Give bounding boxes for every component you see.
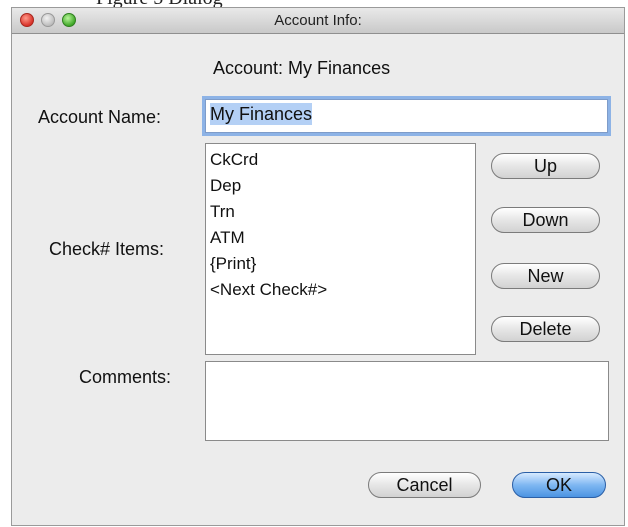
list-item[interactable]: Dep xyxy=(210,173,471,199)
comments-label: Comments: xyxy=(79,367,172,387)
up-button[interactable]: Up xyxy=(491,153,600,179)
cancel-button[interactable]: Cancel xyxy=(368,472,481,498)
account-name-label: Account Name: xyxy=(38,107,162,127)
list-item[interactable]: CkCrd xyxy=(210,147,471,173)
check-items-label: Check# Items: xyxy=(49,239,165,259)
list-item[interactable]: Trn xyxy=(210,199,471,225)
list-item[interactable]: <Next Check#> xyxy=(210,277,471,303)
comments-field[interactable] xyxy=(205,361,609,441)
account-info-dialog: Account Info: Account: My Finances Accou… xyxy=(11,7,625,526)
window-title: Account Info: xyxy=(274,12,362,29)
down-button[interactable]: Down xyxy=(491,207,600,233)
ok-button[interactable]: OK xyxy=(512,472,606,498)
account-heading: Account: My Finances xyxy=(213,58,391,78)
list-item[interactable]: {Print} xyxy=(210,251,471,277)
list-item[interactable]: ATM xyxy=(210,225,471,251)
check-items-list[interactable]: CkCrd Dep Trn ATM {Print} <Next Check#> xyxy=(205,143,476,355)
new-button[interactable]: New xyxy=(491,263,600,289)
delete-button[interactable]: Delete xyxy=(491,316,600,342)
title-bar[interactable]: Account Info: xyxy=(12,8,624,34)
account-name-field[interactable]: My Finances xyxy=(205,99,608,133)
account-name-value: My Finances xyxy=(210,103,313,125)
